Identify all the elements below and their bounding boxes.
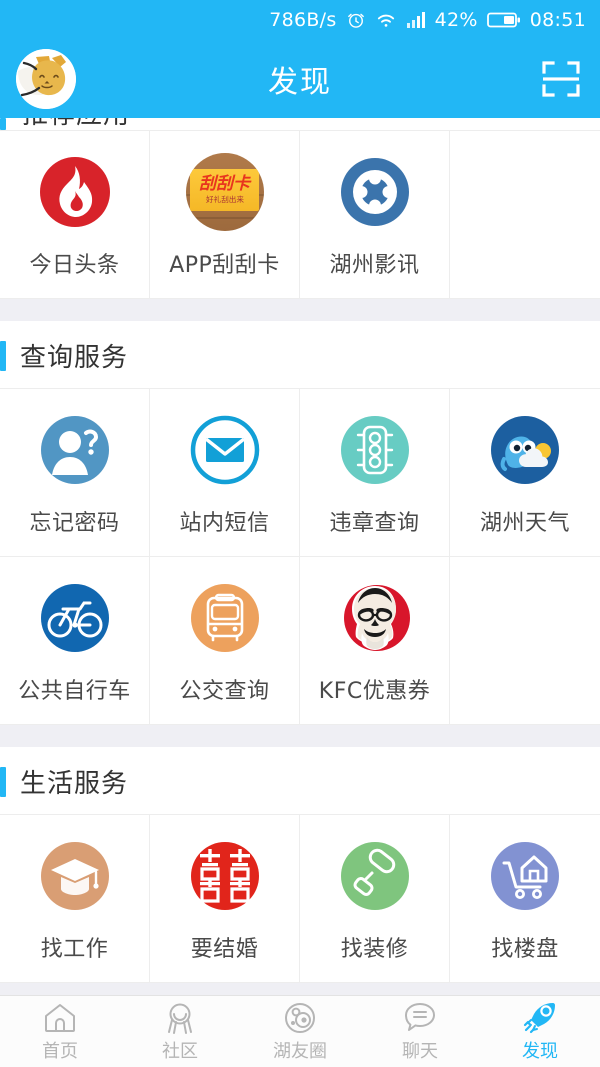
section-header-recommended: 推荐应用 [0,118,600,130]
bottom-tab-bar: 首页 社区 湖友圈 聊天 发现 [0,995,600,1067]
section-accent-bar [0,340,6,371]
tab-label: 聊天 [402,1040,438,1062]
section-gap [0,725,600,747]
grid-item-empty [450,557,600,725]
clock-text: 08:51 [529,8,586,31]
content-scroll-area[interactable]: 推荐应用 今日头条 [0,118,600,995]
signal-icon [406,12,425,28]
tab-home[interactable]: 首页 [0,996,120,1067]
tab-label: 湖友圈 [273,1040,327,1062]
section-header-life-services: 生活服务 [0,747,600,814]
envelope-icon [186,411,264,489]
section-title: 推荐应用 [22,118,130,130]
grid-item-label: 要结婚 [190,937,259,962]
grid-recommended: 今日头条 刮刮卡 好礼刮出来 APP刮刮卡 湖州影讯 [0,130,600,299]
bus-icon [186,579,264,657]
grid-item-empty [450,131,600,299]
grid-item-weather[interactable]: 湖州天气 [450,389,600,557]
grid-item-find-decoration[interactable]: 找装修 [300,815,450,983]
section-header-query-services: 查询服务 [0,321,600,388]
grid-query-services: 忘记密码 站内短信 违章查询 湖州天气 公共自行车 公交查询 KFC优惠券 [0,388,600,725]
grid-item-label: 站内短信 [179,511,270,536]
section-accent-bar [0,118,6,130]
app-root: 786B/s 42% 08:51 发现 今日头条 刮刮卡 好礼刮出来 APP刮刮… [0,0,600,1067]
grid-item-label: 公共自行车 [18,679,131,704]
grid-item-find-property[interactable]: 找楼盘 [450,815,600,983]
tab-discover[interactable]: 发现 [480,996,600,1067]
grid-item-get-married[interactable]: 要结婚 [150,815,300,983]
tab-community[interactable]: 社区 [120,996,240,1067]
battery-percent-text: 42% [434,8,478,31]
grid-item-label: KFC优惠券 [318,679,431,704]
film-reel-icon [336,153,414,231]
tab-chat[interactable]: 聊天 [360,996,480,1067]
chat-icon [405,1002,435,1031]
scratch-card-subtitle: 好礼刮出来 [205,194,244,204]
orbit-icon [285,1002,315,1033]
bicycle-icon [36,579,114,657]
grid-item-label: 湖州影讯 [329,253,420,278]
grid-item-label: 找楼盘 [491,937,559,962]
grid-item-bus-query[interactable]: 公交查询 [150,557,300,725]
tab-label: 首页 [42,1040,78,1062]
grid-item-movie-news[interactable]: 湖州影讯 [300,131,450,299]
weather-bird-icon [486,411,564,489]
community-icon [168,1003,192,1034]
tab-friends-circle[interactable]: 湖友圈 [240,996,360,1067]
grid-item-label: 今日头条 [29,253,120,278]
title-bar: 发现 [0,40,600,118]
flame-icon [36,153,114,231]
network-speed-text: 786B/s [269,8,337,31]
grid-item-kfc-coupon[interactable]: KFC优惠券 [300,557,450,725]
grid-item-public-bicycle[interactable]: 公共自行车 [0,557,150,725]
scan-qr-icon[interactable] [538,56,584,102]
grid-item-label: 湖州天气 [479,511,570,536]
tab-label: 发现 [522,1040,558,1062]
scratch-card-title: 刮刮卡 [199,173,250,194]
grid-item-scratch-card[interactable]: 刮刮卡 好礼刮出来 APP刮刮卡 [150,131,300,299]
grid-item-label: 找装修 [340,937,409,962]
double-happiness-icon [186,837,264,915]
wifi-icon [377,14,394,27]
grid-item-find-job[interactable]: 找工作 [0,815,150,983]
grid-item-forgot-password[interactable]: 忘记密码 [0,389,150,557]
house-cart-icon [486,837,564,915]
grid-item-label: 违章查询 [329,511,420,536]
grid-item-site-message[interactable]: 站内短信 [150,389,300,557]
rocket-icon [523,1002,555,1033]
section-title: 生活服务 [20,769,129,799]
alarm-clock-icon [347,13,364,28]
avatar[interactable] [16,49,76,109]
user-question-icon [36,411,114,489]
graduation-cap-icon [36,837,114,915]
traffic-light-icon [336,411,414,489]
kfc-icon [336,579,414,657]
section-gap [0,299,600,321]
paint-roller-icon [336,837,414,915]
grid-item-label: 忘记密码 [29,511,120,536]
grid-item-toutiao[interactable]: 今日头条 [0,131,150,299]
scratch-card-icon: 刮刮卡 好礼刮出来 [185,153,264,231]
status-bar: 786B/s 42% 08:51 [0,0,600,40]
section-title: 查询服务 [20,343,129,373]
grid-item-traffic-violation[interactable]: 违章查询 [300,389,450,557]
page-title: 发现 [268,65,332,100]
grid-item-label: 公交查询 [179,679,270,704]
section-accent-bar [0,766,6,797]
tab-label: 社区 [162,1040,198,1062]
grid-item-label: APP刮刮卡 [169,253,280,278]
home-icon [45,1003,75,1032]
grid-life-services: 找工作 要结婚 找装修 找楼盘 [0,814,600,983]
battery-icon [486,12,520,28]
grid-item-label: 找工作 [40,937,109,962]
